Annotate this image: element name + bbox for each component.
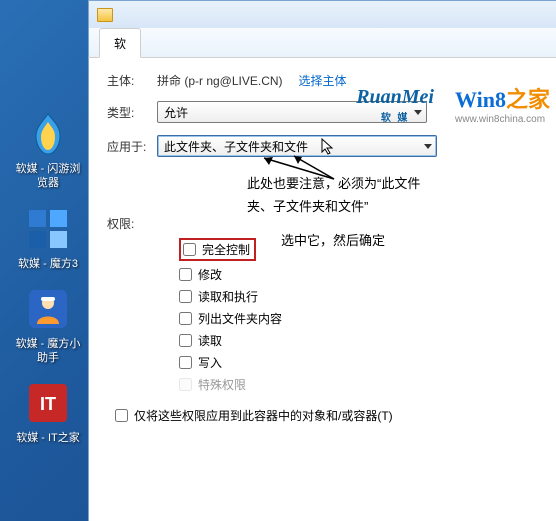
type-select[interactable]: 允许 [157,101,427,123]
permission-checkbox-listfolder[interactable] [179,312,192,325]
principal-row: 主体: 拼命 (p-r ng@LIVE.CN) 选择主体 [107,72,546,89]
apply-value: 此文件夹、子文件夹和文件 [164,138,308,155]
permission-checkbox-special [179,378,192,391]
permission-item-special: 特殊权限 [179,376,546,393]
permission-checkbox-modify[interactable] [179,268,192,281]
desktop-icon-helper[interactable]: 软媒 - 魔方小 助手 [10,285,86,366]
permission-checkbox-readexec[interactable] [179,290,192,303]
permission-label: 完全控制 [202,241,250,258]
permission-label: 写入 [198,354,222,371]
annotation-select-note: 选中它，然后确定 [281,230,385,249]
select-principal-link[interactable]: 选择主体 [299,72,347,89]
content-area: 主体: 拼命 (p-r ng@LIVE.CN) 选择主体 类型: 允许 应用于:… [88,58,556,521]
apply-only-row: 仅将这些权限应用到此容器中的对象和/或容器(T) [115,407,546,424]
permission-item-read: 读取 [179,332,546,349]
type-value: 允许 [164,104,188,121]
apply-label: 应用于: [107,138,157,155]
folder-icon [97,8,113,22]
apply-only-checkbox[interactable] [115,409,128,422]
desktop-icon-browser[interactable]: 软媒 - 闪游浏 览器 [10,110,86,191]
highlight-box: 完全控制 [179,238,256,261]
apply-only-label[interactable]: 仅将这些权限应用到此容器中的对象和/或容器(T) [134,407,393,424]
permission-label: 列出文件夹内容 [198,310,282,327]
apply-row: 应用于: 此文件夹、子文件夹和文件 [107,135,546,157]
chevron-down-icon [424,144,432,149]
chevron-down-icon [414,110,422,115]
titlebar[interactable] [88,0,556,28]
tab-bar: 软 [88,28,556,58]
tab-main[interactable]: 软 [99,28,141,58]
desktop-icon-label: 软媒 - IT之家 [10,431,86,445]
permission-item-modify: 修改 [179,266,546,283]
annotation-apply-note: 此处也要注意，必须为“此文件 夹、子文件夹和文件” [247,173,420,215]
permissions-list: 完全控制修改读取和执行列出文件夹内容读取写入特殊权限 [179,238,546,393]
permission-item-listfolder: 列出文件夹内容 [179,310,546,327]
principal-label: 主体: [107,72,157,89]
permission-label: 修改 [198,266,222,283]
type-label: 类型: [107,104,157,121]
it-icon: IT [24,379,72,427]
permission-item-readexec: 读取和执行 [179,288,546,305]
desktop-icons: 软媒 - 闪游浏 览器 软媒 - 魔方3 软媒 - 魔方小 助手 IT 软媒 -… [10,110,86,460]
apply-select[interactable]: 此文件夹、子文件夹和文件 [157,135,437,157]
annotation-text: 夹、子文件夹和文件” [247,196,420,215]
annotation-text: 此处也要注意，必须为“此文件 [247,173,420,192]
type-row: 类型: 允许 [107,101,546,123]
permission-label: 特殊权限 [198,376,246,393]
permissions-window: 软 主体: 拼命 (p-r ng@LIVE.CN) 选择主体 类型: 允许 应用… [88,0,556,521]
permission-label: 读取和执行 [198,288,258,305]
desktop-icon-label: 软媒 - 闪游浏 览器 [10,162,86,191]
svg-text:IT: IT [40,394,56,414]
permission-checkbox-write[interactable] [179,356,192,369]
cube-icon [24,205,72,253]
desktop-icon-label: 软媒 - 魔方小 助手 [10,337,86,366]
helper-icon [24,285,72,333]
permission-checkbox-read[interactable] [179,334,192,347]
flame-icon [24,110,72,158]
permission-checkbox-full[interactable] [183,243,196,256]
desktop-icon-label: 软媒 - 魔方3 [10,257,86,271]
desktop-icon-mofang[interactable]: 软媒 - 魔方3 [10,205,86,271]
permission-item-write: 写入 [179,354,546,371]
permission-label: 读取 [198,332,222,349]
desktop-icon-ithome[interactable]: IT 软媒 - IT之家 [10,379,86,445]
principal-value: 拼命 (p-r ng@LIVE.CN) [157,72,283,89]
